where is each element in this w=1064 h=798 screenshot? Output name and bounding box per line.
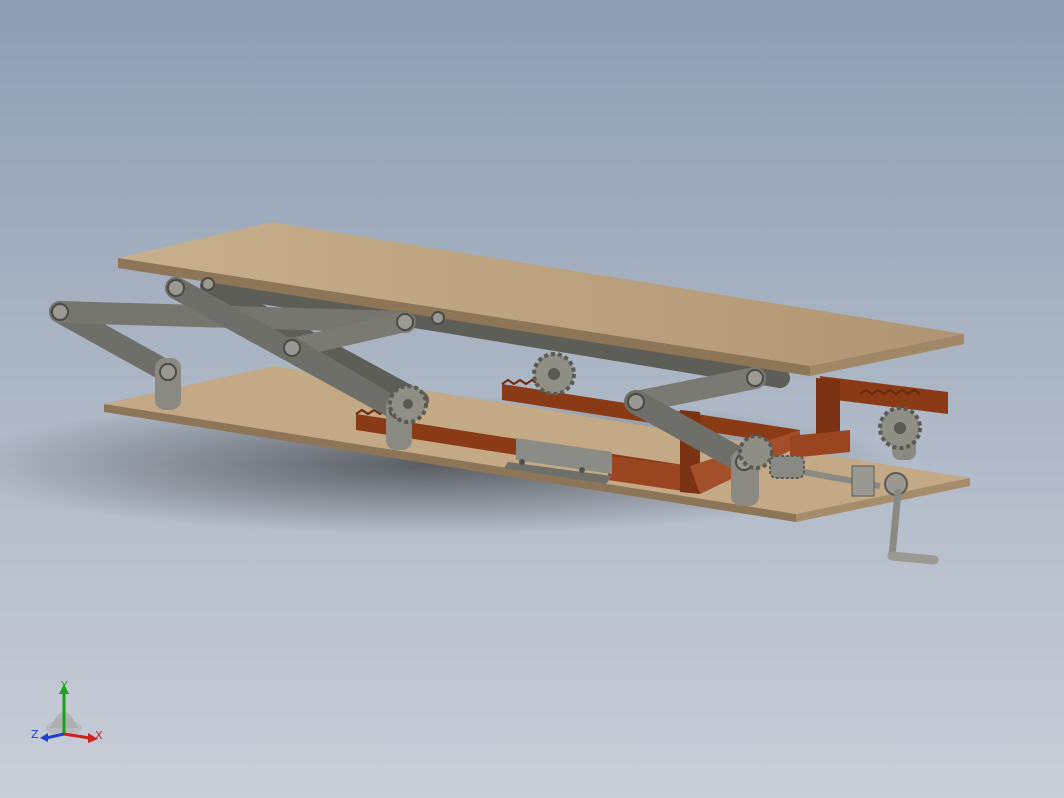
gear-left <box>388 384 428 424</box>
gear-right <box>878 406 922 450</box>
graphics-viewport[interactable]: Y Z X <box>0 0 1064 798</box>
z-axis-arrow <box>45 732 65 740</box>
axis-triad[interactable]: Y Z X <box>28 676 112 748</box>
x-axis-arrow <box>63 732 91 740</box>
x-axis-label: X <box>95 729 103 742</box>
z-axis-label: Z <box>31 728 39 741</box>
gear-worm <box>738 434 774 470</box>
scissor-lift-model[interactable] <box>0 0 1064 798</box>
y-axis-label: Y <box>61 679 68 692</box>
gear-upper <box>532 352 576 396</box>
